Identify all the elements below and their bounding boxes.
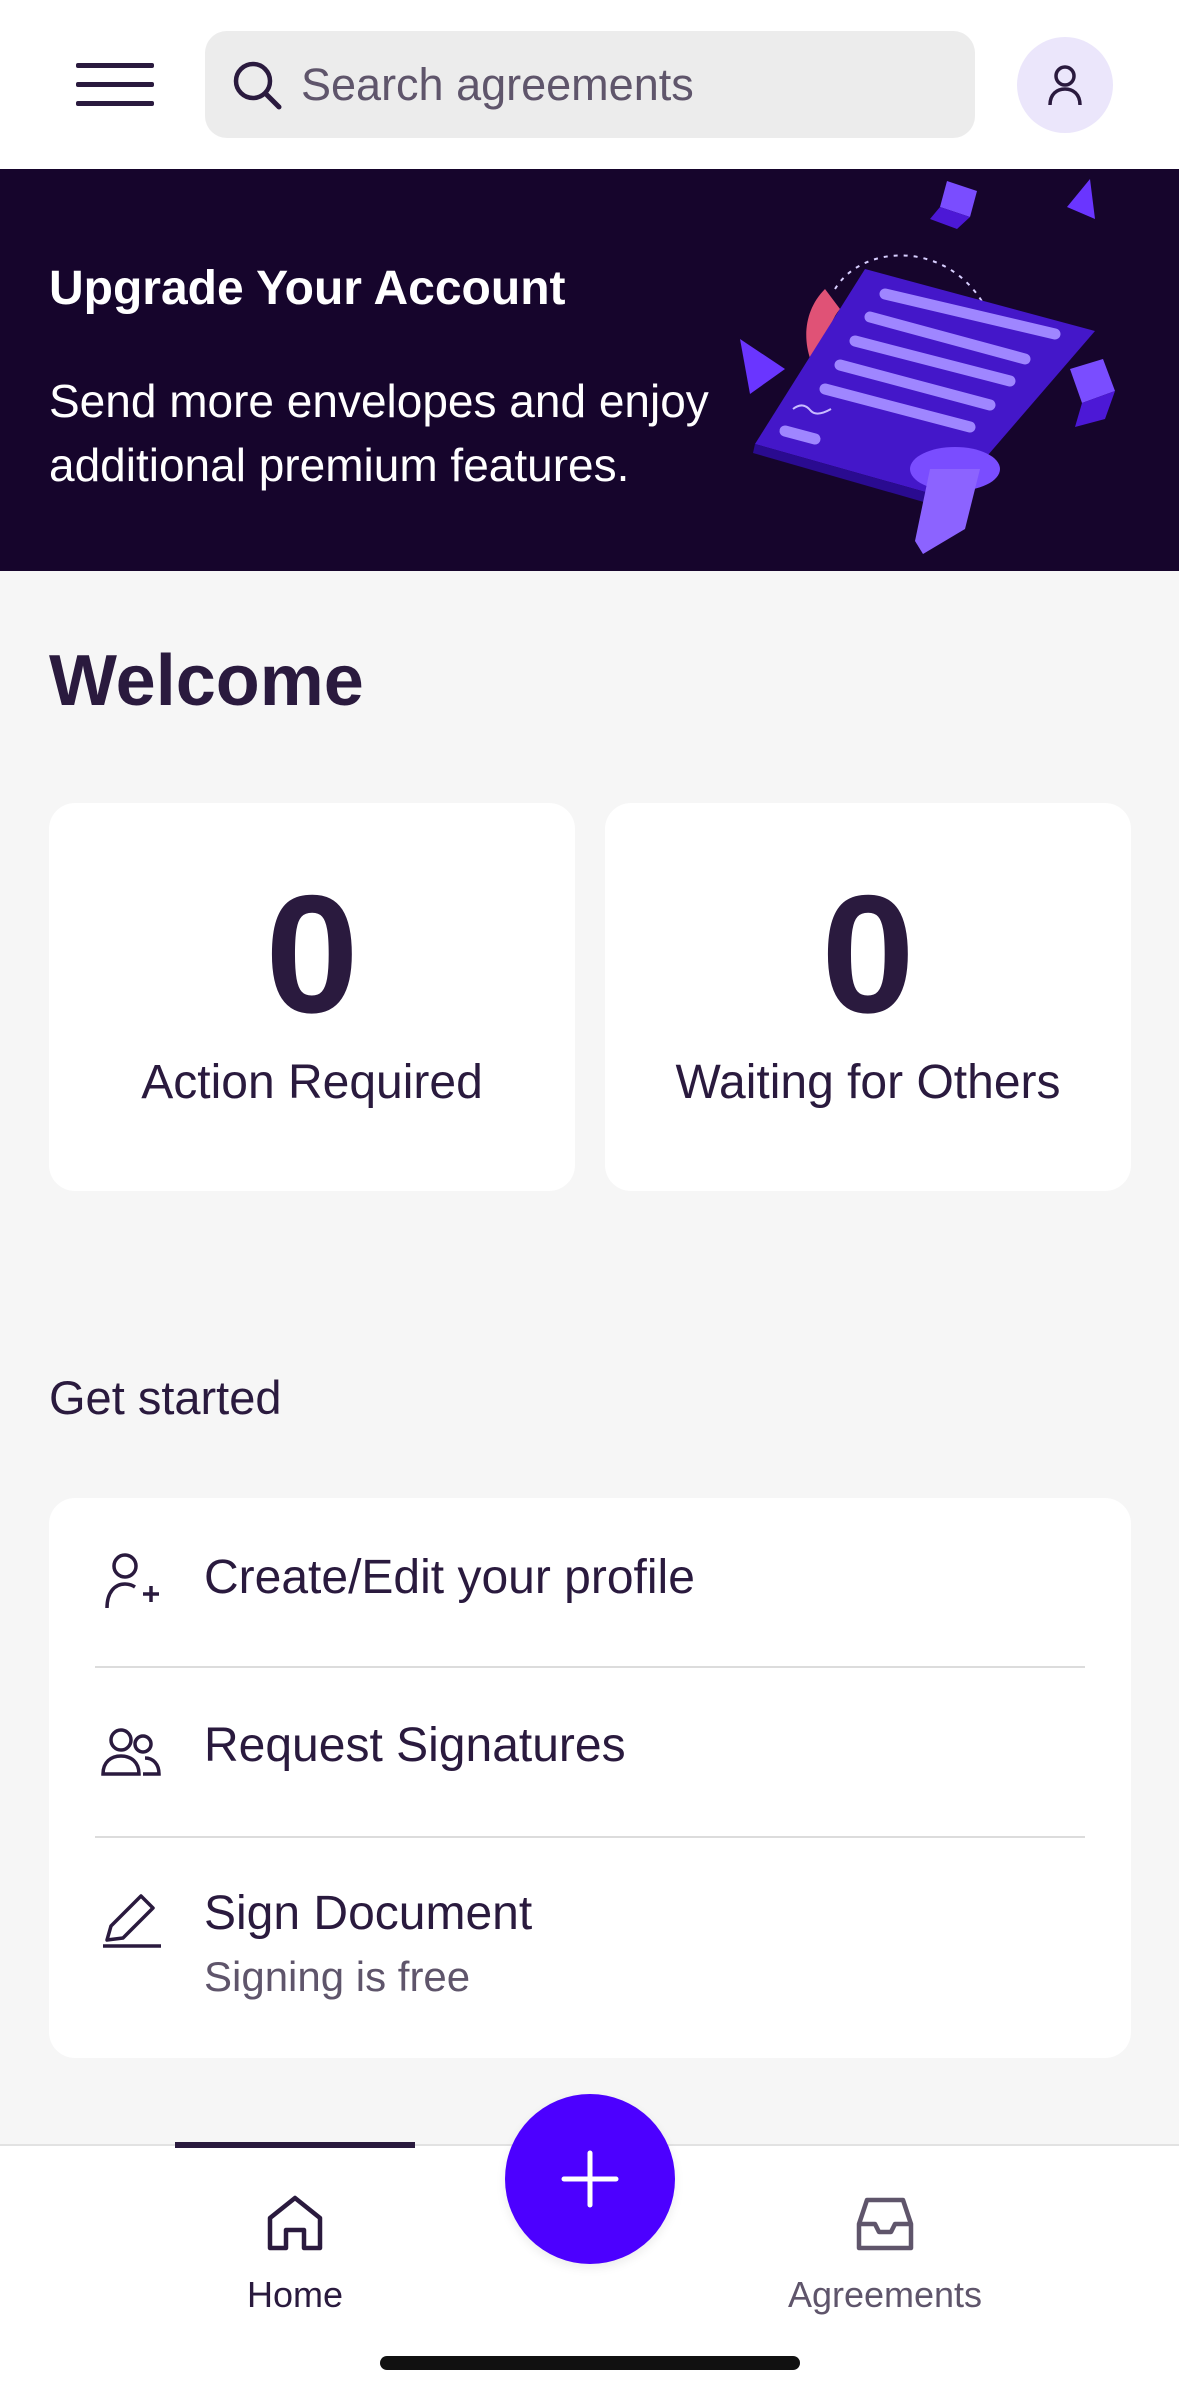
request-signatures-label: Request Signatures [204, 1719, 626, 1772]
sign-document-label: Sign Document [204, 1887, 533, 1940]
get-started-list: Create/Edit your profile Request Signatu… [49, 1498, 1131, 2058]
tab-home-label: Home [246, 2274, 344, 2315]
search-icon [233, 61, 282, 109]
waiting-for-others-card[interactable]: 0 Waiting for Others [605, 803, 1131, 1191]
people-icon [101, 1728, 161, 1776]
page-title: Welcome [49, 641, 364, 721]
tab-agreements[interactable]: Agreements [765, 2166, 1005, 2326]
create-edit-profile-label: Create/Edit your profile [204, 1551, 695, 1604]
inbox-icon [856, 2197, 914, 2251]
search-bar[interactable] [205, 31, 975, 138]
waiting-for-others-count: 0 [821, 860, 915, 1048]
person-icon [1048, 65, 1082, 106]
sign-document-sublabel: Signing is free [204, 1953, 471, 2000]
hamburger-menu-icon[interactable] [60, 44, 170, 124]
create-new-button[interactable] [505, 2094, 675, 2264]
pen-icon [103, 1894, 161, 1948]
action-required-card[interactable]: 0 Action Required [49, 803, 575, 1191]
action-required-count: 0 [265, 860, 359, 1048]
action-required-label: Action Required [141, 1056, 483, 1109]
request-signatures-item[interactable]: Request Signatures [49, 1668, 1131, 1836]
upgrade-banner[interactable]: Upgrade Your Account Send more envelopes… [0, 169, 1179, 571]
tab-agreements-label: Agreements [787, 2274, 983, 2315]
top-bar [0, 0, 1179, 169]
person-add-icon [105, 1553, 159, 1609]
banner-title: Upgrade Your Account [49, 262, 566, 315]
home-icon [267, 2195, 323, 2251]
avatar[interactable] [1017, 37, 1113, 133]
sign-document-item[interactable]: Sign Document Signing is free [49, 1838, 1131, 2058]
document-illustration [740, 179, 1115, 554]
active-tab-indicator [175, 2142, 415, 2148]
plus-icon [561, 2150, 619, 2208]
create-edit-profile-item[interactable]: Create/Edit your profile [49, 1498, 1131, 1666]
get-started-title: Get started [49, 1371, 282, 1424]
tab-home[interactable]: Home [175, 2166, 415, 2326]
banner-text: Send more envelopes and enjoy additional… [49, 375, 709, 491]
waiting-for-others-label: Waiting for Others [675, 1056, 1061, 1109]
home-indicator [380, 2356, 800, 2370]
search-input[interactable] [301, 58, 941, 111]
